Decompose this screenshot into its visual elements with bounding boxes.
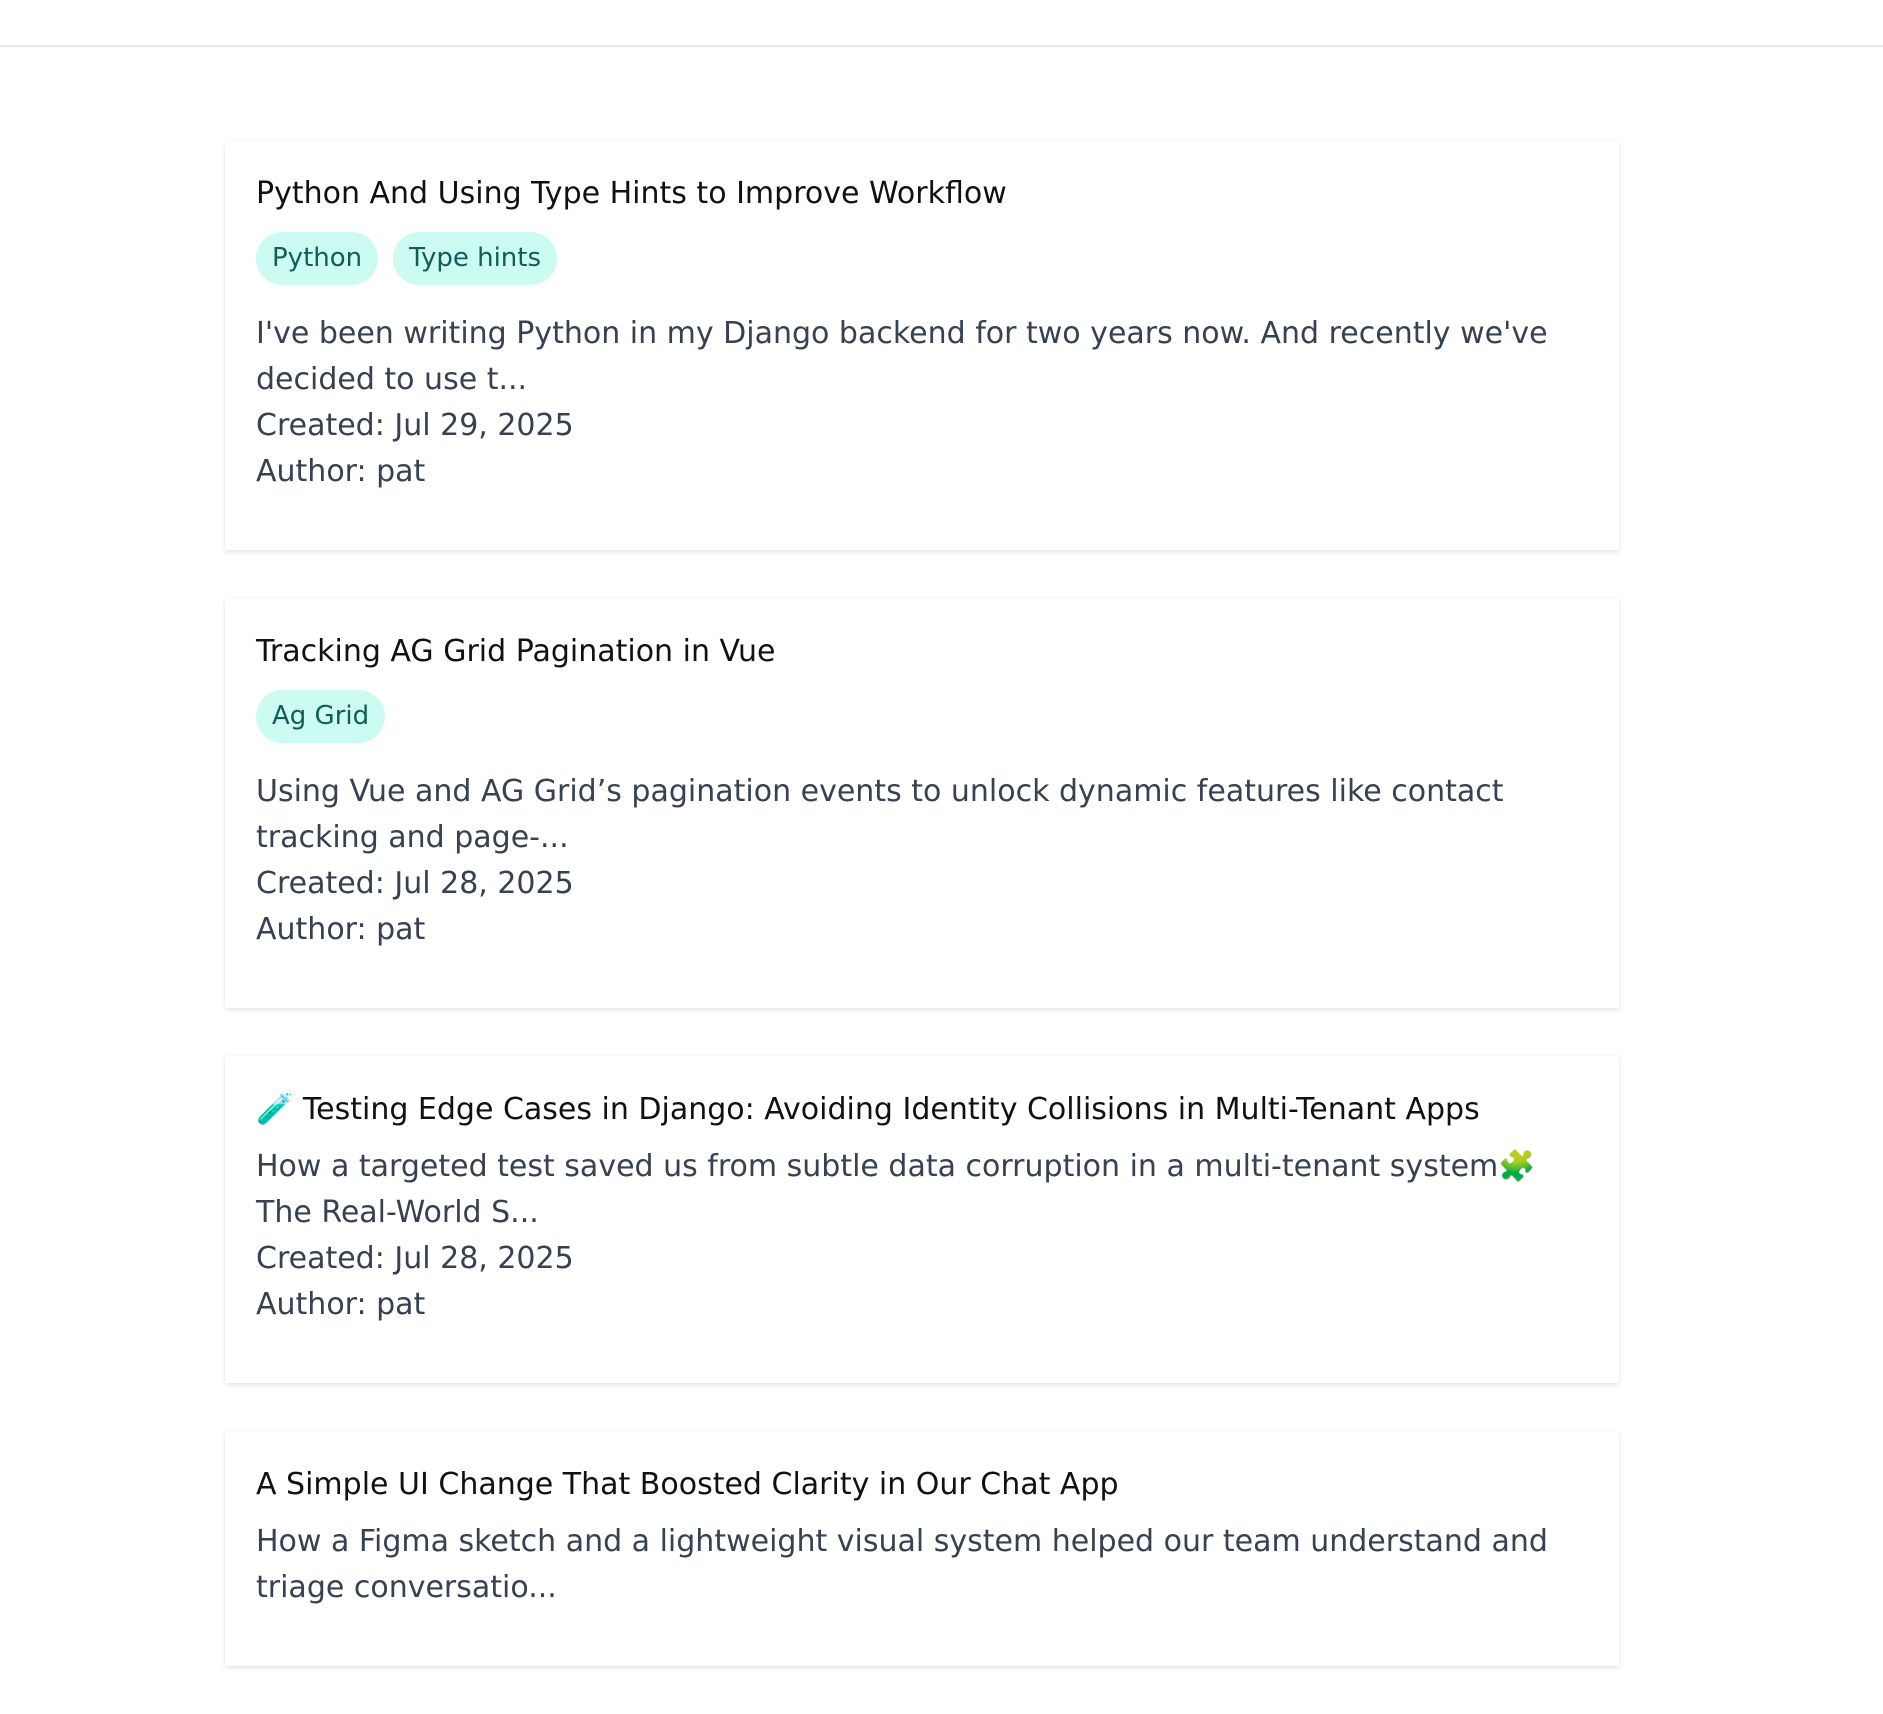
tag-list: Ag Grid [256, 690, 1588, 743]
post-card[interactable]: Python And Using Type Hints to Improve W… [225, 140, 1619, 550]
post-author: Author: pat [256, 912, 426, 947]
puzzle-piece-icon: 🧩 [1498, 1149, 1536, 1184]
post-title-text: Testing Edge Cases in Django: Avoiding I… [302, 1092, 1480, 1127]
post-title[interactable]: Tracking AG Grid Pagination in Vue [256, 632, 1588, 672]
post-title[interactable]: A Simple UI Change That Boosted Clarity … [256, 1465, 1588, 1505]
post-author: Author: pat [256, 1287, 426, 1322]
post-excerpt: How a targeted test saved us from subtle… [256, 1144, 1588, 1236]
post-created-date: Created: Jul 29, 2025 [256, 408, 574, 443]
post-card[interactable]: Tracking AG Grid Pagination in Vue Ag Gr… [225, 598, 1619, 1008]
post-card[interactable]: 🧪 Testing Edge Cases in Django: Avoiding… [225, 1056, 1619, 1383]
tag-type-hints[interactable]: Type hints [393, 232, 558, 285]
post-title[interactable]: 🧪 Testing Edge Cases in Django: Avoiding… [256, 1090, 1588, 1130]
post-created-date: Created: Jul 28, 2025 [256, 1241, 574, 1276]
post-title[interactable]: Python And Using Type Hints to Improve W… [256, 174, 1588, 214]
test-tube-icon: 🧪 [256, 1092, 294, 1127]
post-excerpt: How a Figma sketch and a lightweight vis… [256, 1524, 1548, 1605]
post-feed: Python And Using Type Hints to Improve W… [225, 140, 1619, 1714]
post-excerpt-text: How a targeted test saved us from subtle… [256, 1149, 1499, 1184]
tag-list: Python Type hints [256, 232, 1588, 285]
post-excerpt: I've been writing Python in my Django ba… [256, 316, 1548, 397]
post-created-date: Created: Jul 28, 2025 [256, 866, 574, 901]
top-navbar [0, 0, 1883, 47]
post-excerpt-text-cont: The Real-World S... [256, 1195, 539, 1230]
tag-python[interactable]: Python [256, 232, 379, 285]
post-author: Author: pat [256, 454, 426, 489]
tag-ag-grid[interactable]: Ag Grid [256, 690, 386, 743]
post-excerpt: Using Vue and AG Grid’s pagination event… [256, 774, 1504, 855]
post-card[interactable]: A Simple UI Change That Boosted Clarity … [225, 1431, 1619, 1666]
